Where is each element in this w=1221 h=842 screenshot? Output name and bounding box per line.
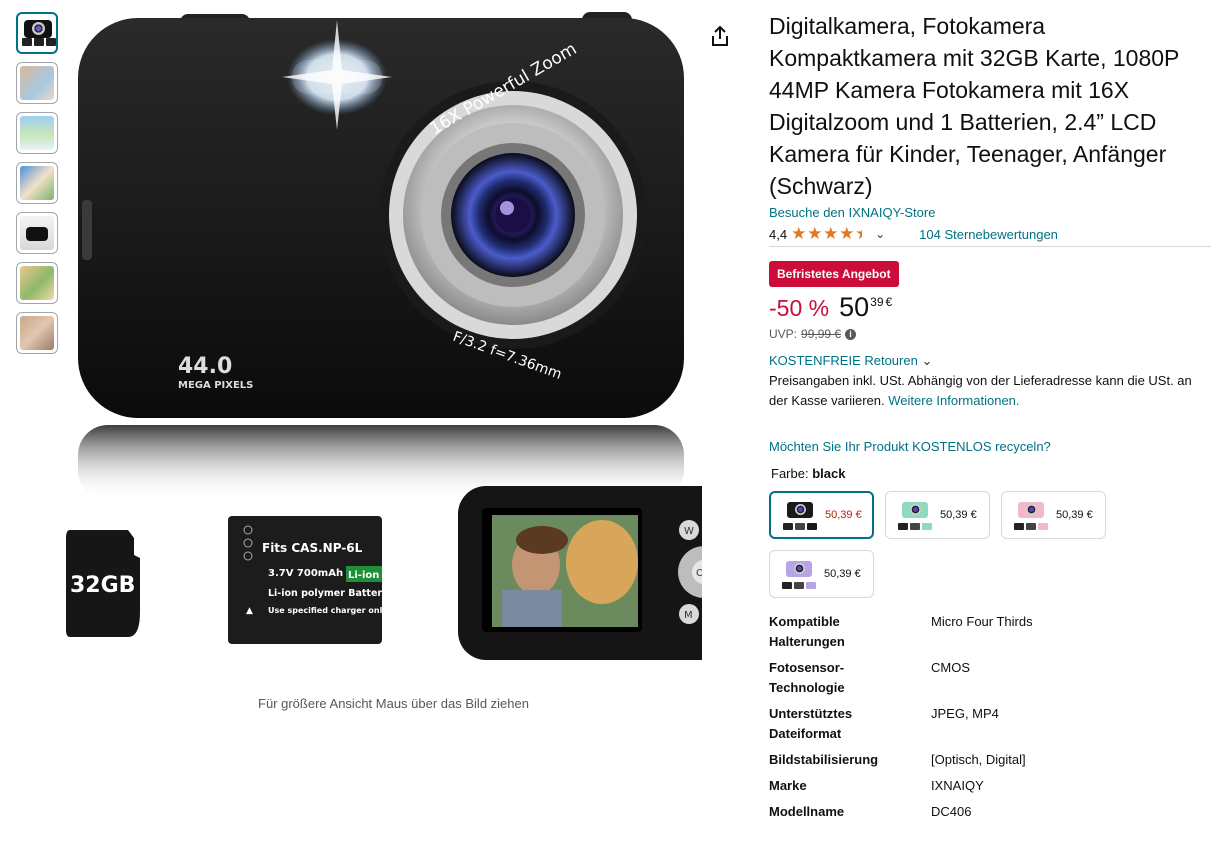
variant-image [1014, 500, 1048, 530]
variant-price: 50,39 € [824, 568, 861, 580]
star-rating[interactable]: ★ ★ ★ ★ ★ [791, 224, 871, 243]
image-caption: Für größere Ansicht Maus über das Bild z… [258, 696, 529, 711]
spec-row: Modellname DC406 [769, 802, 1211, 822]
info-icon[interactable]: i [845, 328, 857, 340]
megapixel-label: MEGA PIXELS [178, 380, 253, 391]
spec-key: Fotosensor-Technologie [769, 660, 845, 695]
thumbnail-4[interactable] [16, 162, 58, 204]
thumbnail-1[interactable] [16, 12, 58, 54]
sd-card-label: 32GB [70, 573, 135, 598]
spec-key: Unterstütztes Dateiformat [769, 706, 853, 741]
spec-key: Modellname [769, 804, 845, 819]
price-fraction: 39 [870, 295, 884, 309]
variant-price: 50,39 € [825, 509, 862, 521]
spec-key: Marke [769, 778, 807, 793]
variant-pink[interactable]: 50,39 € [1001, 491, 1106, 539]
thumbnail-3[interactable] [16, 112, 58, 154]
product-title: Digitalkamera, Fotokamera Kompaktkamera … [769, 13, 1179, 199]
spec-key: Kompatible Halterungen [769, 614, 845, 649]
spec-row: Kompatible Halterungen Micro Four Thirds [769, 612, 1211, 652]
rating-value: 4,4 [769, 226, 788, 242]
star-icon: ★ [839, 224, 855, 243]
color-selector-label: Farbe: black [771, 466, 1211, 481]
variant-image [782, 559, 816, 589]
spec-row: Unterstütztes Dateiformat JPEG, MP4 [769, 704, 1211, 744]
color-label: Farbe: [771, 466, 809, 481]
spec-key: Bildstabilisierung [769, 752, 879, 767]
star-icon: ★ [807, 224, 823, 243]
spec-value: DC406 [931, 804, 972, 819]
thumbnail-7[interactable] [16, 312, 58, 354]
thumbnail-2[interactable] [16, 62, 58, 104]
variant-price: 50,39 € [940, 509, 977, 521]
price-row: -50 % 50 39 € [769, 293, 1211, 323]
spec-value: JPEG, MP4 [931, 706, 999, 721]
spec-table: Kompatible Halterungen Micro Four Thirds… [769, 612, 1211, 822]
battery-spec: 3.7V 700mAh [268, 568, 343, 579]
recycle-link[interactable]: Möchten Sie Ihr Produkt KOSTENLOS recyce… [769, 439, 1211, 454]
svg-text:▲: ▲ [246, 606, 253, 616]
thumbnail-5[interactable] [16, 212, 58, 254]
svg-text:W: W [684, 526, 694, 537]
battery-type: Li-ion [348, 570, 379, 581]
variant-black[interactable]: 50,39 € [769, 491, 874, 539]
spec-value: [Optisch, Digital] [931, 752, 1026, 767]
reviews-link[interactable]: 104 Sternebewertungen [919, 227, 1058, 242]
battery-desc: Li-ion polymer Battery [268, 588, 389, 599]
thumbnail-strip [16, 12, 58, 362]
variant-image [898, 500, 932, 530]
uvp-row: UVP: 99,99 € i [769, 327, 1211, 341]
price-whole: 50 [839, 292, 870, 322]
share-icon[interactable] [708, 24, 732, 48]
rating-row: 4,4 ★ ★ ★ ★ ★ ⌄ 104 Sternebewertungen [769, 224, 1211, 247]
deal-badge: Befristetes Angebot [769, 261, 899, 287]
main-product-image[interactable]: 16X Powerful Zoom F/3.2 f=7.36mm 44.0 ME… [62, 0, 742, 690]
variant-price: 50,39 € [1056, 509, 1093, 521]
battery-warning: Use specified charger only. [268, 606, 390, 615]
variant-purple[interactable]: 50,39 € [769, 550, 874, 598]
star-half-icon: ★ [855, 224, 871, 243]
price-currency: € [885, 295, 893, 309]
chevron-down-icon: ⌄ [921, 353, 933, 368]
thumbnail-6[interactable] [16, 262, 58, 304]
star-icon: ★ [823, 224, 839, 243]
uvp-label: UVP: [769, 327, 798, 341]
spec-value: CMOS [931, 660, 970, 675]
price-note: Preisangaben inkl. USt. Abhängig von der… [769, 371, 1209, 411]
spec-row: Marke IXNAIQY [769, 776, 1211, 796]
color-variants: 50,39 € 50,39 € 50,39 € 50,39 € [769, 491, 1119, 598]
returns-label: KOSTENFREIE Retouren [769, 353, 918, 368]
star-icon: ★ [791, 224, 807, 243]
color-value: black [812, 466, 846, 481]
spec-value: Micro Four Thirds [931, 614, 1033, 629]
chevron-down-icon[interactable]: ⌄ [875, 227, 885, 241]
svg-text:M: M [684, 610, 693, 621]
spec-row: Bildstabilisierung [Optisch, Digital] [769, 750, 1211, 770]
discount-percent: -50 % [769, 295, 830, 321]
variant-mint[interactable]: 50,39 € [885, 491, 990, 539]
megapixel-value: 44.0 [178, 354, 232, 379]
spec-row: Fotosensor-Technologie CMOS [769, 658, 1211, 698]
uvp-price: 99,99 € [801, 327, 842, 341]
product-details: Digitalkamera, Fotokamera Kompaktkamera … [769, 10, 1211, 828]
store-link[interactable]: Besuche den IXNAIQY-Store [769, 205, 935, 220]
returns-link[interactable]: KOSTENFREIE Retouren ⌄ [769, 353, 1211, 369]
spec-value: IXNAIQY [931, 778, 984, 793]
variant-image [783, 500, 817, 530]
svg-text:OK: OK [696, 568, 702, 579]
more-info-link[interactable]: Weitere Informationen. [888, 393, 1019, 408]
battery-model: Fits CAS.NP-6L [262, 541, 363, 555]
